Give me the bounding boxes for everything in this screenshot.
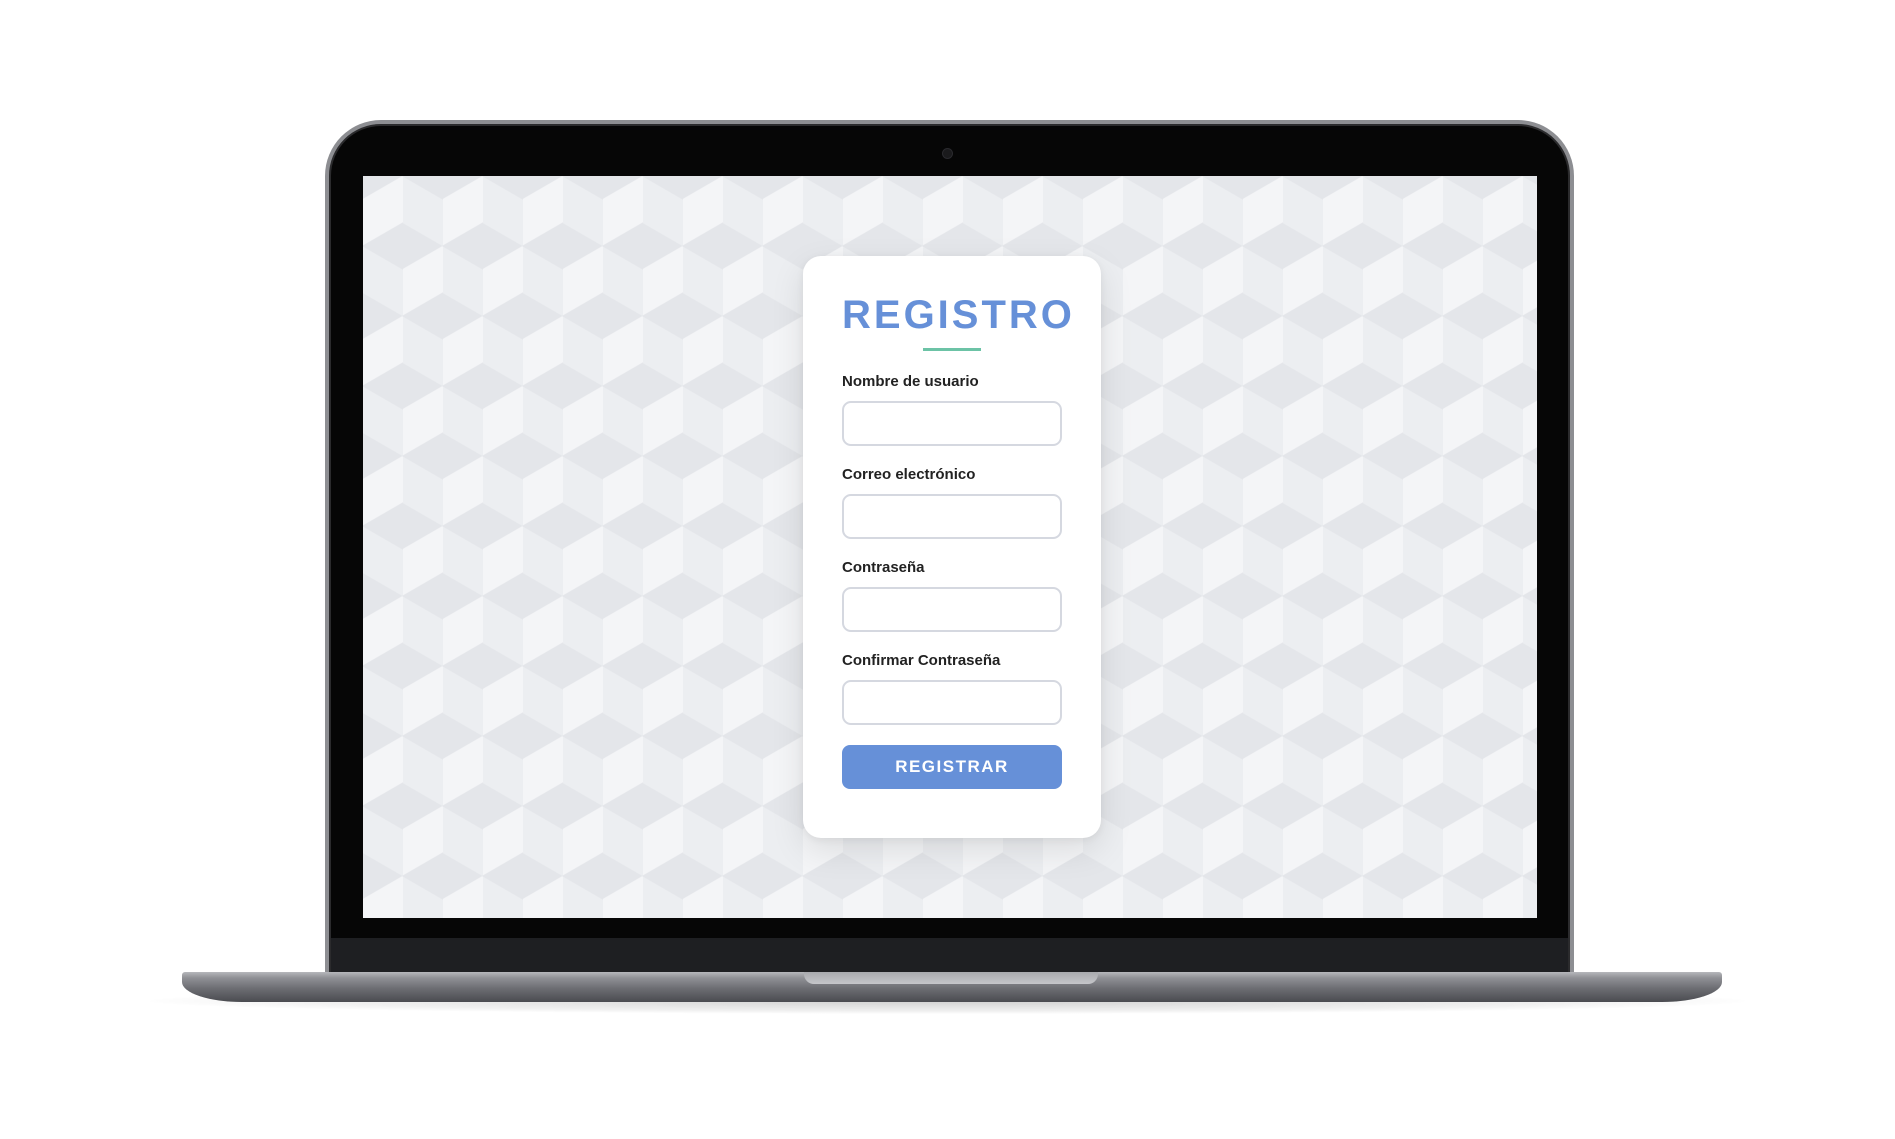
register-button[interactable]: REGISTRAR (842, 745, 1062, 789)
laptop-screen: REGISTRO Nombre de usuario Correo electr… (363, 176, 1537, 918)
username-label: Nombre de usuario (842, 373, 979, 390)
email-label: Correo electrónico (842, 466, 976, 483)
screen-bottom-bezel (331, 938, 1568, 972)
registration-form: Nombre de usuario Correo electrónico Con… (842, 373, 1062, 789)
email-field-group: Correo electrónico (842, 466, 1062, 539)
email-input[interactable] (842, 494, 1062, 539)
registration-card: REGISTRO Nombre de usuario Correo electr… (803, 256, 1101, 838)
title-underline (923, 348, 981, 351)
password-input[interactable] (842, 587, 1062, 632)
password-label: Contraseña (842, 559, 925, 576)
laptop-hinge-notch (804, 972, 1098, 984)
confirm-password-label: Confirmar Contraseña (842, 652, 1001, 669)
username-input[interactable] (842, 401, 1062, 446)
username-field-group: Nombre de usuario (842, 373, 1062, 446)
confirm-password-input[interactable] (842, 680, 1062, 725)
laptop-mockup: REGISTRO Nombre de usuario Correo electr… (0, 0, 1895, 1139)
webcam-icon (943, 149, 952, 158)
confirm-password-field-group: Confirmar Contraseña (842, 652, 1062, 725)
password-field-group: Contraseña (842, 559, 1062, 632)
form-title: REGISTRO (842, 293, 1075, 337)
